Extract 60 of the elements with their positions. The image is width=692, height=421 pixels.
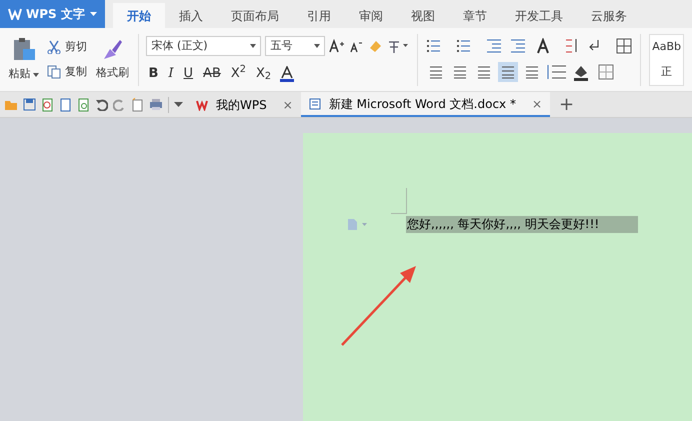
- table-icon[interactable]: [616, 38, 632, 54]
- font-size: 五号: [270, 38, 292, 54]
- format-button[interactable]: AB: [201, 64, 223, 84]
- tab-label: 我的WPS: [216, 96, 267, 114]
- format-button[interactable]: I: [166, 64, 176, 84]
- ribbon-tab[interactable]: 视图: [397, 3, 449, 28]
- app-menu-button[interactable]: WPS 文字: [0, 0, 105, 28]
- ribbon-tab[interactable]: 引用: [293, 3, 345, 28]
- close-button[interactable]: ×: [282, 96, 293, 114]
- indent-icon[interactable]: [510, 38, 526, 54]
- caret-icon: [314, 44, 320, 48]
- document-icon[interactable]: [59, 98, 72, 112]
- copy-icon[interactable]: [47, 64, 62, 79]
- format-button[interactable]: B: [146, 64, 160, 84]
- line-spacing-icon[interactable]: [546, 62, 568, 80]
- ribbon-tab[interactable]: 插入: [165, 3, 217, 28]
- save-icon[interactable]: [23, 98, 36, 111]
- style-preview: AaBb: [652, 38, 681, 54]
- document-icon: [308, 98, 321, 110]
- document-tab[interactable]: 我的WPS ×: [188, 92, 301, 117]
- close-button[interactable]: ×: [532, 94, 542, 112]
- caret-icon: [250, 44, 256, 48]
- style-preview-card[interactable]: AaBb 正: [649, 34, 684, 86]
- copy-button[interactable]: 复制: [65, 64, 88, 80]
- ribbon-tab[interactable]: 页面布局: [217, 3, 293, 28]
- tab-label: 新建 Microsoft Word 文档.docx *: [328, 96, 516, 112]
- ribbon-tab[interactable]: 开始: [113, 3, 165, 28]
- outdent-icon[interactable]: [486, 38, 502, 54]
- print-icon[interactable]: [149, 98, 163, 111]
- scissors-icon[interactable]: [47, 40, 62, 54]
- text-boundary-mark: [391, 188, 407, 214]
- ribbon-tab[interactable]: 云服务: [577, 3, 641, 28]
- format-button[interactable]: U: [182, 64, 196, 84]
- preview-icon[interactable]: [77, 98, 90, 112]
- undo-icon[interactable]: [95, 98, 108, 110]
- caret-icon: [90, 12, 97, 16]
- cut-button[interactable]: 剪切: [65, 39, 88, 56]
- new-document-icon[interactable]: [131, 98, 144, 112]
- ribbon-tab[interactable]: 章节: [449, 3, 501, 28]
- grow-font-icon[interactable]: [329, 38, 346, 53]
- format-button[interactable]: X$_{2}$: [254, 64, 274, 84]
- format-painter-button[interactable]: 格式刷: [96, 65, 129, 82]
- document-tab[interactable]: 新建 Microsoft Word 文档.docx * ×: [300, 92, 550, 117]
- caret-icon: [32, 72, 39, 76]
- font-name: 宋体 (正文): [151, 38, 208, 54]
- caret-icon[interactable]: [174, 102, 183, 107]
- document-text: 您好,,,,,, 每天你好,,,, 明天会更好!!!: [406, 216, 638, 233]
- paste-button[interactable]: 粘贴: [8, 66, 39, 83]
- ribbon-tab[interactable]: 审阅: [345, 3, 397, 28]
- font-size-dropdown[interactable]: 五号: [265, 36, 326, 56]
- new-tab-button[interactable]: +: [555, 91, 578, 118]
- format-button[interactable]: X$^{2}$: [228, 64, 248, 84]
- logo-icon: [8, 8, 22, 20]
- style-name: 正: [661, 64, 672, 80]
- document-icon[interactable]: [41, 98, 54, 112]
- font-name-dropdown[interactable]: 宋体 (正文): [146, 36, 262, 56]
- app-title: WPS 文字: [26, 6, 85, 23]
- ribbon-tab[interactable]: 开发工具: [501, 3, 577, 28]
- w-logo-icon: [196, 98, 208, 110]
- align-button[interactable]: [498, 62, 518, 82]
